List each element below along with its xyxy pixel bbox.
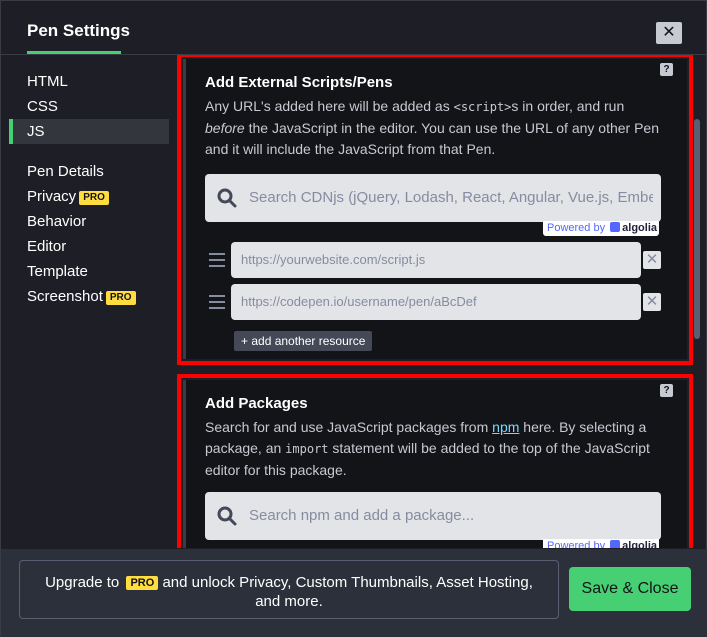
remove-resource-button[interactable]: ✕ — [643, 251, 661, 269]
cdnjs-search-input[interactable]: Search CDNjs (jQuery, Lodash, React, Ang… — [205, 174, 661, 222]
resource-row: https://yourwebsite.com/script.js ✕ — [205, 242, 665, 278]
sidebar-item-privacy[interactable]: Privacy PRO — [9, 184, 169, 209]
npm-link[interactable]: npm — [492, 419, 519, 435]
help-icon[interactable]: ? — [660, 384, 673, 397]
remove-resource-button[interactable]: ✕ — [643, 293, 661, 311]
search-icon — [217, 506, 237, 526]
section-title: Add Packages — [205, 395, 308, 412]
search-placeholder: Search npm and add a package... — [249, 507, 475, 524]
pro-badge: PRO — [126, 576, 159, 590]
section-title: Add External Scripts/Pens — [205, 74, 393, 91]
sidebar-item-pen-details[interactable]: Pen Details — [9, 159, 169, 184]
resource-url-input[interactable]: https://yourwebsite.com/script.js — [231, 242, 641, 278]
save-close-button[interactable]: Save & Close — [569, 567, 691, 611]
resource-row: https://codepen.io/username/pen/aBcDef ✕ — [205, 284, 665, 320]
algolia-icon — [610, 222, 621, 232]
sidebar-item-label: Screenshot — [27, 288, 103, 305]
packages-section: ? Add Packages Search for and use JavaSc… — [177, 374, 693, 548]
pen-settings-modal: Pen Settings ✕ HTML CSS JS Pen Details P… — [0, 0, 707, 637]
external-scripts-section: ? Add External Scripts/Pens Any URL's ad… — [177, 55, 693, 365]
search-placeholder: Search CDNjs (jQuery, Lodash, React, Ang… — [249, 189, 653, 206]
section-description: Search for and use JavaScript packages f… — [205, 419, 650, 478]
powered-by-algolia: Powered by algolia — [543, 539, 659, 548]
search-icon — [217, 188, 237, 208]
close-button[interactable]: ✕ — [656, 22, 682, 44]
title-underline — [27, 51, 121, 54]
sidebar-item-css[interactable]: CSS — [9, 94, 169, 119]
add-resource-button[interactable]: + add another resource — [234, 331, 373, 351]
sidebar-item-label: Privacy — [27, 188, 77, 205]
drag-handle-icon[interactable] — [209, 295, 225, 309]
upgrade-button[interactable]: Upgrade to PRO and unlock Privacy, Custo… — [19, 560, 559, 619]
pro-badge: PRO — [79, 191, 109, 205]
pro-badge: PRO — [105, 291, 136, 305]
modal-header: Pen Settings ✕ — [1, 1, 706, 55]
algolia-icon — [610, 540, 621, 548]
sidebar-item-behavior[interactable]: Behavior — [9, 209, 169, 234]
sidebar-item-js[interactable]: JS — [9, 119, 169, 144]
resource-url-input[interactable]: https://codepen.io/username/pen/aBcDef — [231, 284, 641, 320]
sidebar-item-template[interactable]: Template — [9, 259, 169, 284]
modal-title: Pen Settings — [27, 21, 130, 40]
section-description: Any URL's added here will be added as <s… — [205, 98, 660, 157]
drag-handle-icon[interactable] — [209, 253, 225, 267]
sidebar-item-screenshot[interactable]: Screenshot PRO — [9, 284, 169, 309]
powered-by-algolia: Powered by algolia — [543, 221, 659, 236]
settings-content: ? Add External Scripts/Pens Any URL's ad… — [176, 55, 696, 548]
settings-sidebar: HTML CSS JS Pen Details Privacy PRO Behav… — [9, 69, 169, 309]
npm-search-input[interactable]: Search npm and add a package... — [205, 492, 661, 540]
help-icon[interactable]: ? — [660, 63, 673, 76]
modal-footer: Upgrade to PRO and unlock Privacy, Custo… — [1, 549, 707, 637]
content-scrollbar[interactable] — [694, 119, 700, 339]
sidebar-item-html[interactable]: HTML — [9, 69, 169, 94]
sidebar-item-editor[interactable]: Editor — [9, 234, 169, 259]
